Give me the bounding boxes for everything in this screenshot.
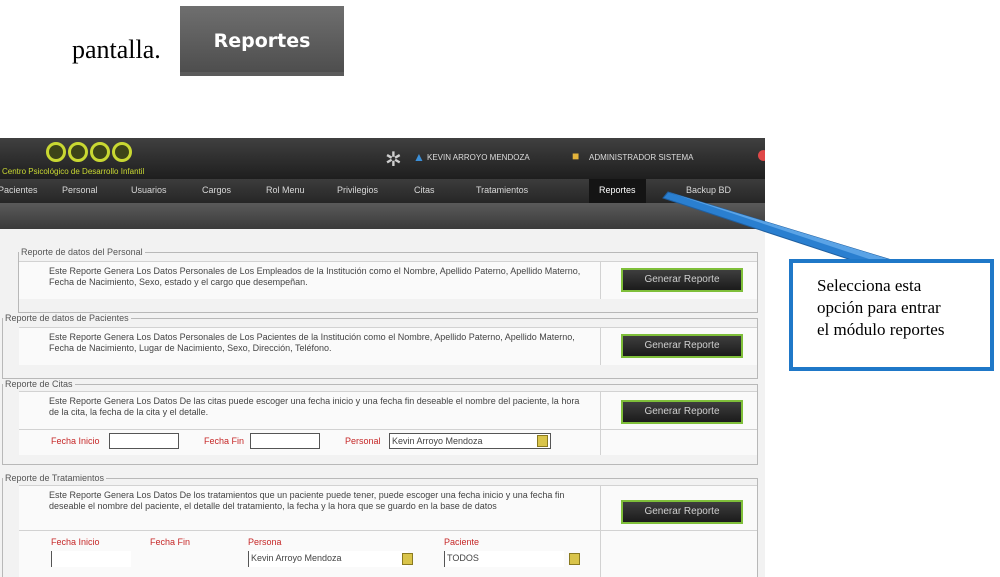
callout-line-1: Selecciona esta — [817, 276, 922, 295]
callout-box: Selecciona esta opción para entrar el mó… — [789, 259, 994, 371]
callout-line-2: opción para entrar — [817, 298, 941, 317]
callout-line-3: el módulo reportes — [817, 320, 945, 339]
